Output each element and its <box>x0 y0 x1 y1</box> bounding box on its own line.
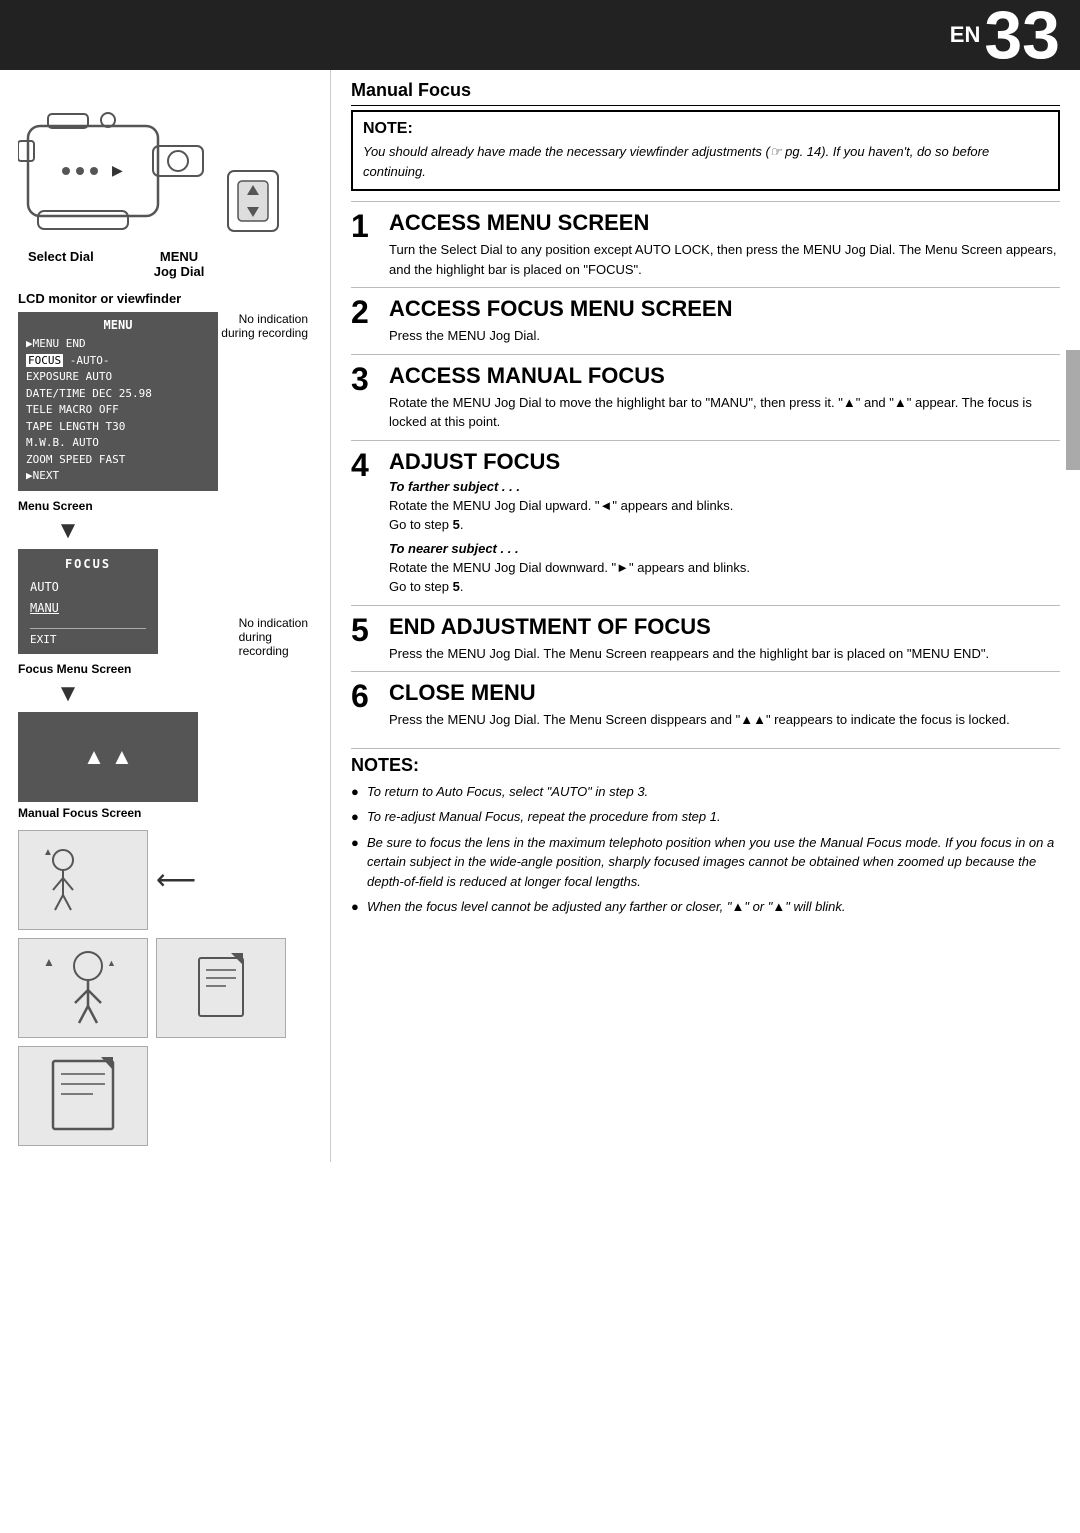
step-3-body: Rotate the MENU Jog Dial to move the hig… <box>389 393 1060 432</box>
manual-focus-screen-label: Manual Focus Screen <box>18 806 320 820</box>
step-3: 3 ACCESS MANUAL FOCUS Rotate the MENU Jo… <box>351 354 1060 440</box>
notes-list: To return to Auto Focus, select "AUTO" i… <box>351 782 1060 917</box>
step-5-content: END ADJUSTMENT OF FOCUS Press the MENU J… <box>389 606 1060 672</box>
person-far-image: ▲ <box>18 830 148 930</box>
step-6-content: CLOSE MENU Press the MENU Jog Dial. The … <box>389 672 1060 738</box>
lcd-monitor-label: LCD monitor or viewfinder <box>18 291 320 306</box>
svg-text:▲: ▲ <box>43 847 53 858</box>
step-2-num: 2 <box>351 288 381 354</box>
step-6-body: Press the MENU Jog Dial. The Menu Screen… <box>389 710 1060 730</box>
focus-menu-screen-row: Focus Menu Screen ▼ <box>18 662 320 708</box>
step-3-heading: ACCESS MANUAL FOCUS <box>389 363 1060 389</box>
right-column: Manual Focus NOTE: You should already ha… <box>330 70 1080 1162</box>
no-indication-1: No indicationduring recording <box>221 312 308 340</box>
step-3-num: 3 <box>351 355 381 440</box>
svg-text:▲: ▲ <box>43 955 55 969</box>
svg-text:▶: ▶ <box>112 162 123 178</box>
header-bar: EN 33 <box>0 0 1080 70</box>
side-gray-bar <box>1066 350 1080 470</box>
doc-far-image <box>156 938 286 1038</box>
note-item-2: To re-adjust Manual Focus, repeat the pr… <box>351 807 1060 827</box>
step-4: 4 ADJUST FOCUS To farther subject . . . … <box>351 440 1060 605</box>
no-indication-2: No indicationduringrecording <box>239 616 308 658</box>
step-4-num: 4 <box>351 441 381 605</box>
step-1-content: ACCESS MENU SCREEN Turn the Select Dial … <box>389 202 1060 287</box>
step-4-sub1-body: Rotate the MENU Jog Dial upward. "◄" app… <box>389 496 1060 535</box>
note-item-4: When the focus level cannot be adjusted … <box>351 897 1060 917</box>
select-dial-labels: Select Dial MENUJog Dial <box>28 249 320 279</box>
notes-title: NOTES: <box>351 755 1060 776</box>
manual-focus-screen-box: ▲ ▲ <box>18 712 198 802</box>
camcorder-illustration: ▶ <box>18 86 213 241</box>
person-near-image: ▲ ▲ <box>18 938 148 1038</box>
notes-section: NOTES: To return to Auto Focus, select "… <box>351 748 1060 917</box>
page-number: 33 <box>984 1 1060 69</box>
step-1-body: Turn the Select Dial to any position exc… <box>389 240 1060 279</box>
camcorder-area: ▶ <box>18 86 320 241</box>
step-4-sub2-italic: To nearer subject . . . <box>389 541 1060 556</box>
step-4-sub2-body: Rotate the MENU Jog Dial downward. "►" a… <box>389 558 1060 597</box>
arrow-down-1: ▼ <box>18 517 118 545</box>
jog-dial-svg <box>223 161 283 241</box>
step-3-content: ACCESS MANUAL FOCUS Rotate the MENU Jog … <box>389 355 1060 440</box>
step-4-content: ADJUST FOCUS To farther subject . . . Ro… <box>389 441 1060 605</box>
step-6-heading: CLOSE MENU <box>389 680 1060 706</box>
note-title: NOTE: <box>363 120 1048 138</box>
arrow-down-2: ▼ <box>18 680 118 708</box>
screen-label-row-1: MENU ▶MENU END FOCUS -AUTO- EXPOSURE AUT… <box>18 312 308 495</box>
main-layout: ▶ Select Dial MENUJog Dial LCD monitor o… <box>0 70 1080 1162</box>
svg-text:▲: ▲ <box>107 958 116 968</box>
focus-menu-screen-box: FOCUS AUTO MANU EXIT <box>18 549 158 654</box>
step-5-num: 5 <box>351 606 381 672</box>
en-label: EN <box>950 22 981 48</box>
step-2-content: ACCESS FOCUS MENU SCREEN Press the MENU … <box>389 288 1060 354</box>
arrow-lr: ⟵ <box>156 830 196 930</box>
select-dial-label: Select Dial <box>28 249 94 279</box>
step-1-num: 1 <box>351 202 381 287</box>
menu-screen-row: Menu Screen ▼ <box>18 499 320 549</box>
step-5-body: Press the MENU Jog Dial. The Menu Screen… <box>389 644 1060 664</box>
jog-dial-box <box>223 161 283 241</box>
step-4-sub1-italic: To farther subject . . . <box>389 479 1060 494</box>
bottom-images: ▲ ⟵ ▲ ▲ <box>18 830 320 1146</box>
step-5: 5 END ADJUSTMENT OF FOCUS Press the MENU… <box>351 605 1060 672</box>
step-2-body: Press the MENU Jog Dial. <box>389 326 1060 346</box>
doc-near-image <box>18 1046 148 1146</box>
step-1: 1 ACCESS MENU SCREEN Turn the Select Dia… <box>351 201 1060 287</box>
menu-screen-label: Menu Screen <box>18 499 118 513</box>
step-6: 6 CLOSE MENU Press the MENU Jog Dial. Th… <box>351 671 1060 738</box>
menu-jog-dial-label: MENUJog Dial <box>154 249 205 279</box>
step-2-heading: ACCESS FOCUS MENU SCREEN <box>389 296 1060 322</box>
step-5-heading: END ADJUSTMENT OF FOCUS <box>389 614 1060 640</box>
screen-label-row-2: FOCUS AUTO MANU EXIT No indicationduring… <box>18 549 308 658</box>
note-item-1: To return to Auto Focus, select "AUTO" i… <box>351 782 1060 802</box>
note-item-3: Be sure to focus the lens in the maximum… <box>351 833 1060 892</box>
menu-screen-box: MENU ▶MENU END FOCUS -AUTO- EXPOSURE AUT… <box>18 312 218 491</box>
step-2: 2 ACCESS FOCUS MENU SCREEN Press the MEN… <box>351 287 1060 354</box>
manual-focus-title: Manual Focus <box>351 80 1060 106</box>
focus-menu-screen-label: Focus Menu Screen <box>18 662 320 676</box>
note-box: NOTE: You should already have made the n… <box>351 110 1060 191</box>
step-1-heading: ACCESS MENU SCREEN <box>389 210 1060 236</box>
step-6-num: 6 <box>351 672 381 738</box>
step-4-heading: ADJUST FOCUS <box>389 449 1060 475</box>
left-column: ▶ Select Dial MENUJog Dial LCD monitor o… <box>0 70 330 1162</box>
note-body: You should already have made the necessa… <box>363 142 1048 181</box>
